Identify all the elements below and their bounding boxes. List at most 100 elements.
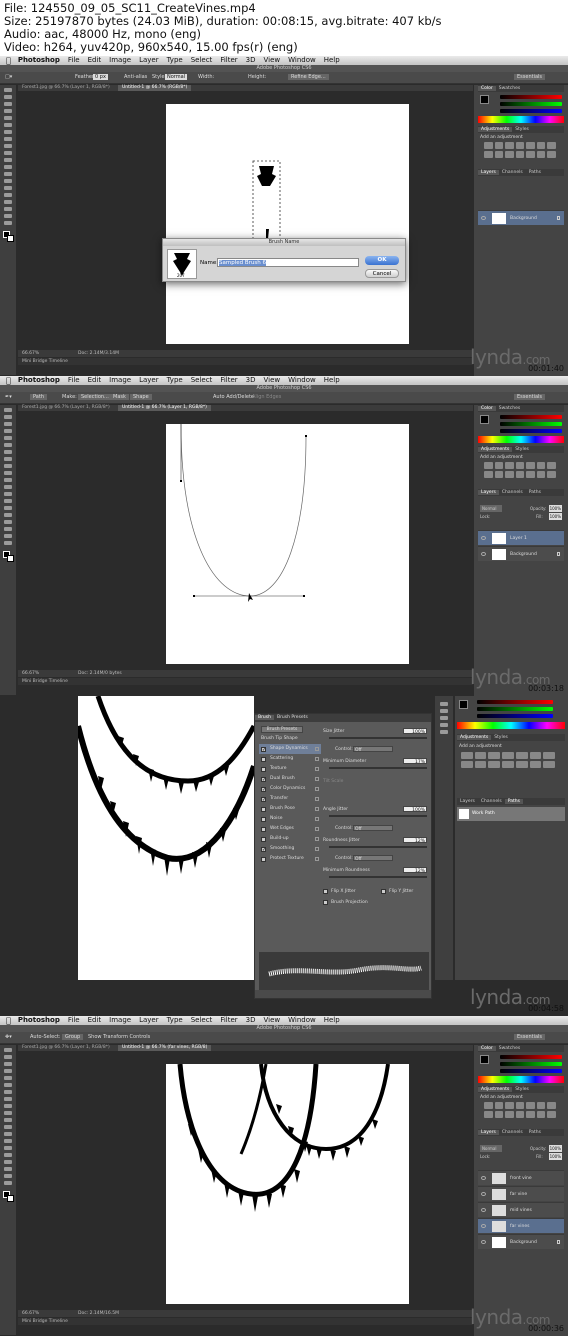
option-wet-edges[interactable]: Wet Edges [259, 824, 321, 834]
document-canvas[interactable] [75, 696, 257, 980]
checkbox[interactable]: ✓ [261, 787, 266, 793]
blur-icon[interactable] [4, 172, 12, 176]
tab-layers[interactable]: Layers [478, 490, 499, 495]
mask-button[interactable]: Mask [110, 394, 129, 400]
move-tool-icon[interactable] [4, 408, 12, 412]
move-tool-icon[interactable]: ✥▾ [5, 1034, 12, 1040]
curves-icon[interactable] [488, 752, 501, 759]
lock-icon[interactable] [315, 767, 319, 771]
feather-input[interactable]: 0 px [93, 74, 108, 80]
tab-styles[interactable]: Styles [491, 735, 511, 740]
invert-icon[interactable] [515, 761, 528, 768]
fg-swatch[interactable] [480, 95, 489, 104]
fg-swatch[interactable] [480, 1055, 489, 1064]
fg-swatch[interactable] [459, 700, 468, 709]
invert-icon[interactable] [526, 1111, 535, 1118]
menu-view[interactable]: View [260, 56, 285, 65]
lookup-icon[interactable] [515, 471, 525, 478]
curves-icon[interactable] [505, 1102, 514, 1109]
document-canvas[interactable] [166, 423, 409, 664]
tab-brush-presets[interactable]: Brush Presets [274, 715, 311, 720]
posterize-icon[interactable] [529, 761, 542, 768]
layer-row[interactable]: Background [478, 210, 564, 225]
checkbox[interactable]: ✓ [261, 747, 266, 753]
tab-paths[interactable]: Paths [526, 170, 544, 175]
lasso-tool-icon[interactable] [4, 1062, 12, 1066]
option-smoothing[interactable]: ✓ Smoothing [259, 844, 321, 854]
option-transfer[interactable]: ✓ Transfer [259, 794, 321, 804]
gradient-icon[interactable] [4, 485, 12, 489]
red-slider[interactable] [500, 95, 562, 99]
brush-tip-shape-item[interactable]: Brush Tip Shape [261, 736, 315, 742]
menu-filter[interactable]: Filter [216, 376, 241, 385]
path-select-icon[interactable] [4, 520, 12, 524]
blend-mode-select[interactable]: Normal [480, 1145, 503, 1152]
lasso-tool-icon[interactable] [4, 422, 12, 426]
photo-filter-icon[interactable] [474, 761, 487, 768]
fill-input[interactable]: 100% [548, 1153, 562, 1160]
lookup-icon[interactable] [515, 1111, 525, 1118]
checkbox[interactable] [261, 757, 266, 762]
color-balance-icon[interactable] [547, 1102, 556, 1109]
hue-icon[interactable] [536, 1102, 546, 1109]
tab-channels[interactable]: Channels [499, 170, 526, 175]
option-protect-texture[interactable]: Protect Texture [259, 854, 321, 864]
color-spectrum[interactable] [478, 116, 564, 123]
visibility-eye-icon[interactable] [481, 1240, 486, 1244]
character-icon[interactable] [440, 723, 448, 727]
dodge-icon[interactable] [4, 1139, 12, 1143]
exposure-icon[interactable] [515, 462, 525, 469]
tab-paths[interactable]: Paths [526, 1130, 544, 1135]
lock-icon[interactable] [315, 857, 319, 861]
size-jitter-value[interactable]: 100% [403, 728, 427, 735]
option-build-up[interactable]: Build-up [259, 834, 321, 844]
tab-channels[interactable]: Channels [478, 799, 505, 804]
tab-channels[interactable]: Channels [499, 490, 526, 495]
red-slider[interactable] [500, 415, 562, 419]
tab-paths[interactable]: Paths [526, 490, 544, 495]
brush-name-input[interactable]: Sampled Brush 6 [217, 258, 359, 267]
bw-icon[interactable] [484, 151, 493, 158]
checkbox[interactable]: ✓ [261, 777, 266, 783]
hand-tool-icon[interactable] [4, 214, 12, 218]
channel-mixer-icon[interactable] [488, 761, 501, 768]
brightness-icon[interactable] [484, 1102, 493, 1109]
checkbox[interactable]: ✓ [261, 847, 266, 853]
vibrance-icon[interactable] [526, 462, 535, 469]
pen-tool-icon[interactable]: ✒▾ [5, 394, 12, 400]
blue-slider[interactable] [500, 1069, 562, 1073]
menu-file[interactable]: File [64, 56, 84, 65]
shape-tool-icon[interactable] [4, 207, 12, 211]
menu-select[interactable]: Select [187, 376, 217, 385]
menu-edit[interactable]: Edit [84, 376, 106, 385]
layer-row[interactable]: far vines [478, 1218, 564, 1233]
lock-icon[interactable] [315, 837, 319, 841]
quick-select-icon[interactable] [4, 429, 12, 433]
group-select[interactable]: Group [62, 1034, 84, 1040]
tab-untitled[interactable]: Untitled-1 @ 66.7% (far vines, RGB/8) [118, 1045, 212, 1051]
eraser-icon[interactable] [4, 1118, 12, 1122]
background-color-swatch[interactable] [7, 555, 14, 562]
menu-filter[interactable]: Filter [216, 1016, 241, 1025]
style-select[interactable]: Normal [165, 74, 188, 80]
cancel-button[interactable]: Cancel [365, 269, 399, 278]
visibility-eye-icon[interactable] [481, 1224, 486, 1228]
workspace-select[interactable]: Essentials [514, 1034, 546, 1040]
menu-edit[interactable]: Edit [84, 1016, 106, 1025]
layer-row[interactable]: Layer 1 [478, 530, 564, 545]
zoom-tool-icon[interactable] [4, 1181, 12, 1185]
type-tool-icon[interactable] [4, 193, 12, 197]
quick-select-icon[interactable] [4, 1069, 12, 1073]
stamp-tool-icon[interactable] [4, 464, 12, 468]
stamp-tool-icon[interactable] [4, 144, 12, 148]
menu-view[interactable]: View [260, 376, 285, 385]
path-row[interactable]: Work Path [457, 807, 565, 821]
stamp-tool-icon[interactable] [4, 1104, 12, 1108]
crop-tool-icon[interactable] [4, 436, 12, 440]
menu-help[interactable]: Help [320, 56, 344, 65]
pen-tool-icon[interactable] [4, 506, 12, 510]
shape-tool-icon[interactable] [4, 527, 12, 531]
zoom-level[interactable]: 66.67% [22, 670, 39, 677]
opacity-input[interactable]: 100% [548, 1145, 562, 1152]
menu-window[interactable]: Window [284, 376, 320, 385]
